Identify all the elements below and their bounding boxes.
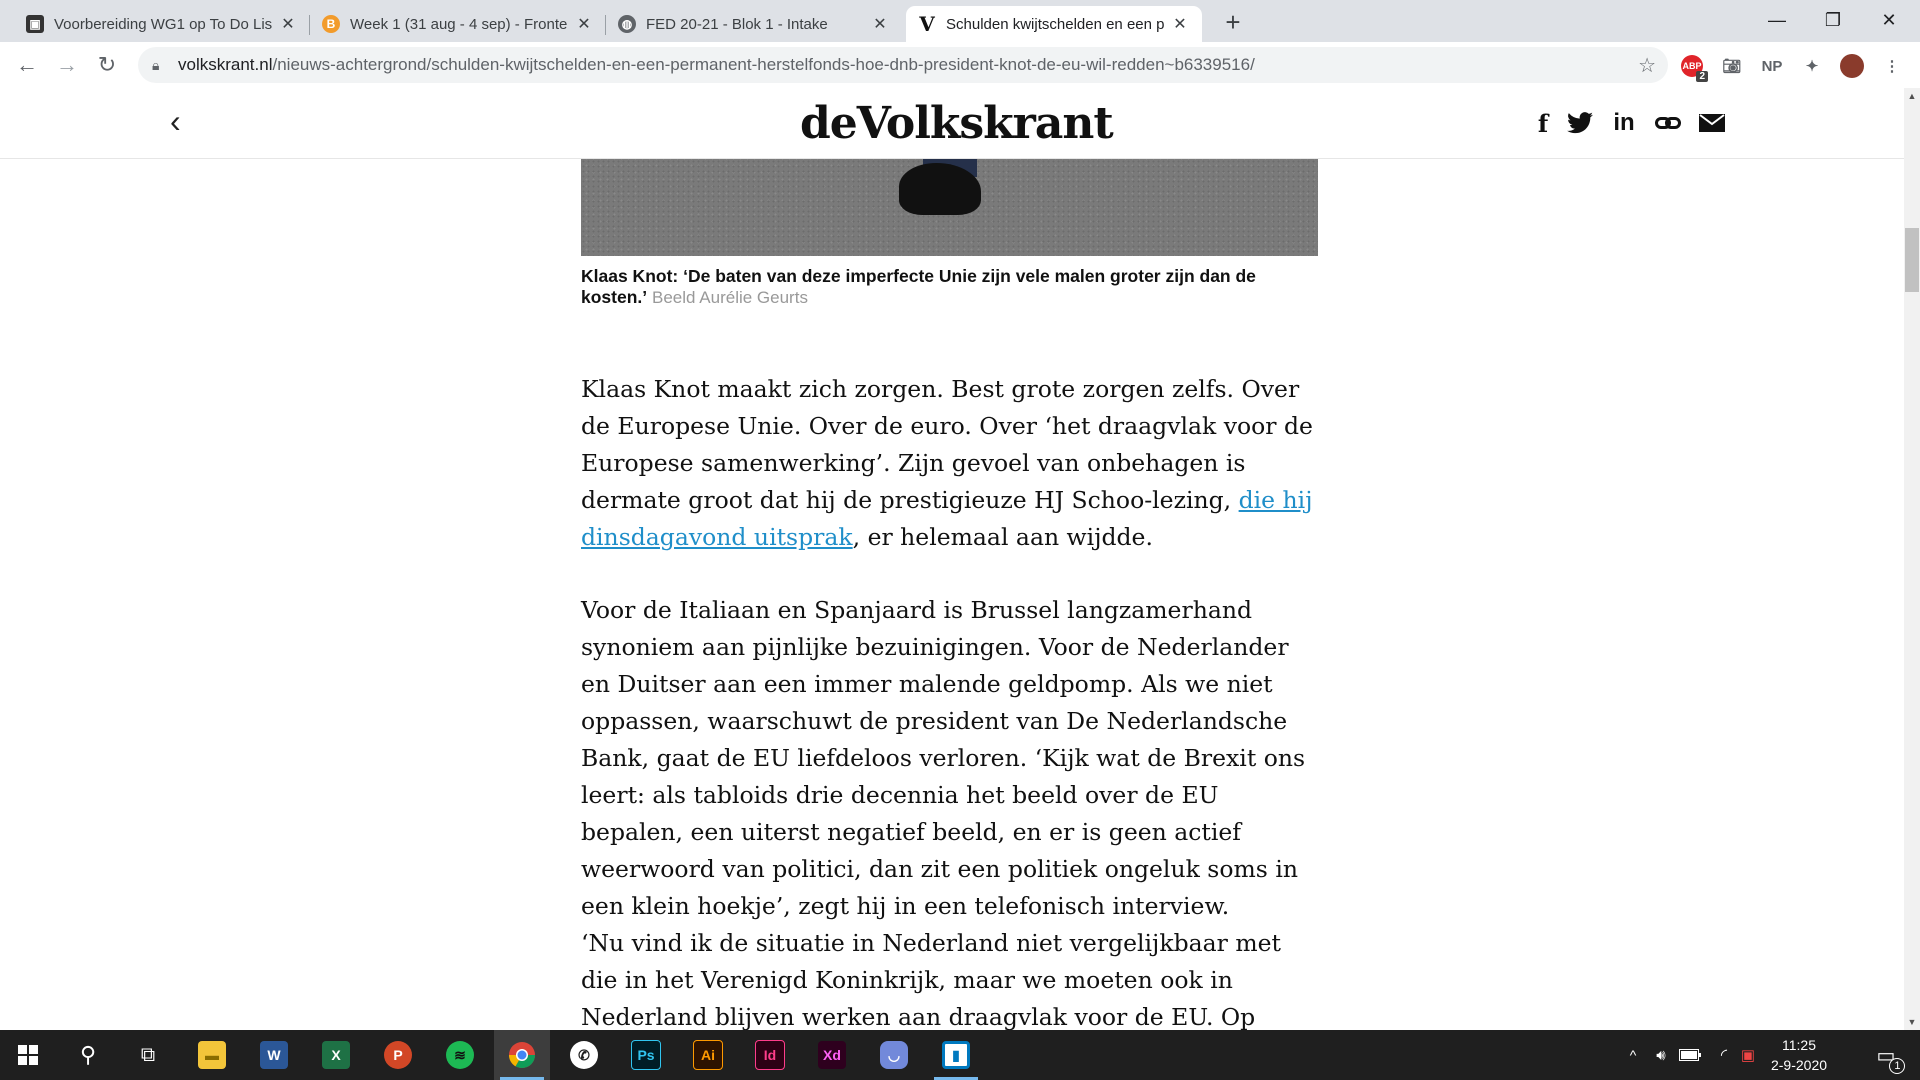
folder-icon: ▬ xyxy=(198,1041,226,1069)
lock-icon: 🔒︎ xyxy=(152,56,160,73)
chrome-menu-icon[interactable]: ⋮ xyxy=(1880,54,1904,78)
taskbar-spotify[interactable]: ≋ xyxy=(432,1030,488,1080)
article-photo xyxy=(581,159,1318,256)
article-paragraph-1: Klaas Knot maakt zich zorgen. Best grote… xyxy=(581,371,1318,556)
scrollbar-thumb[interactable] xyxy=(1905,228,1919,292)
trello-icon: ▮ xyxy=(942,1041,970,1069)
tab-trello[interactable]: ▣ Voorbereiding WG1 op To Do Lis ✕ xyxy=(14,6,310,42)
taskbar-chrome[interactable] xyxy=(494,1030,550,1080)
tab-title: Week 1 (31 aug - 4 sep) - Fronter xyxy=(350,15,568,33)
scroll-up-arrow-icon[interactable]: ▲ xyxy=(1904,88,1920,104)
email-share-icon[interactable] xyxy=(1697,108,1727,138)
notification-count: 1 xyxy=(1889,1057,1906,1074)
photoshop-icon: Ps xyxy=(631,1040,661,1070)
adblock-badge: 2 xyxy=(1696,71,1708,82)
url-path: /nieuws-achtergrond/schulden-kwijtscheld… xyxy=(272,55,1255,74)
twitter-share-icon[interactable] xyxy=(1565,108,1595,138)
taskbar-excel[interactable]: X xyxy=(308,1030,364,1080)
photo-credit: Beeld Aurélie Geurts xyxy=(652,288,808,307)
action-center-icon[interactable]: ▭ 1 xyxy=(1866,1030,1906,1080)
close-tab-icon[interactable]: ✕ xyxy=(574,14,594,34)
brightspace-icon: B xyxy=(322,15,340,33)
wifi-icon[interactable]: ◜ xyxy=(1710,1030,1738,1080)
taskbar-adobe-xd[interactable]: Xd xyxy=(804,1030,860,1080)
page-scrollbar[interactable]: ▲ ▼ xyxy=(1904,88,1920,1030)
np-extension-icon[interactable]: NP xyxy=(1760,54,1784,78)
camera-extension-icon[interactable]: 📷︎ xyxy=(1720,54,1744,78)
taskbar-word[interactable]: W xyxy=(246,1030,302,1080)
article-back-chevron-icon[interactable]: ‹ xyxy=(170,105,194,137)
copy-link-icon[interactable] xyxy=(1653,108,1683,138)
taskbar-illustrator[interactable]: Ai xyxy=(680,1030,736,1080)
windows-taskbar: ⚲ ⧉ ▬ W X P ≋ ✆ Ps Ai Id Xd ◡ ▮ ^ 🔊︎ ◜ ▣… xyxy=(0,1030,1920,1080)
indesign-icon: Id xyxy=(755,1040,785,1070)
tab-brightspace[interactable]: B Week 1 (31 aug - 4 sep) - Fronter ✕ xyxy=(310,6,606,42)
browser-tab-strip: ▣ Voorbereiding WG1 op To Do Lis ✕ B Wee… xyxy=(0,0,1920,42)
paragraph-text: Voor de Italiaan en Spanjaard is Brussel… xyxy=(581,596,1306,920)
battery-icon[interactable] xyxy=(1676,1030,1704,1080)
photo-caption: Klaas Knot: ‘De baten van deze imperfect… xyxy=(581,266,1318,308)
back-button[interactable]: ← xyxy=(12,50,42,80)
reload-button[interactable]: ↻ xyxy=(92,50,122,80)
volume-icon[interactable]: 🔊︎ xyxy=(1648,1030,1674,1080)
taskbar-photoshop[interactable]: Ps xyxy=(618,1030,674,1080)
linkedin-share-icon[interactable]: in xyxy=(1609,108,1639,138)
tab-volkskrant-active[interactable]: V Schulden kwijtschelden en een p ✕ xyxy=(906,6,1202,42)
paragraph-text: Klaas Knot maakt zich zorgen. Best grote… xyxy=(581,375,1313,514)
powerpoint-icon: P xyxy=(384,1041,412,1069)
whatsapp-icon: ✆ xyxy=(570,1041,598,1069)
minimize-button[interactable]: — xyxy=(1749,0,1805,40)
scroll-down-arrow-icon[interactable]: ▼ xyxy=(1904,1014,1920,1030)
restore-button[interactable]: ❐ xyxy=(1805,0,1861,40)
url-host: volkskrant.nl xyxy=(178,55,273,74)
excel-icon: X xyxy=(322,1041,350,1069)
taskbar-whatsapp[interactable]: ✆ xyxy=(556,1030,612,1080)
clock-date: 2-9-2020 xyxy=(1770,1057,1828,1073)
task-view-icon[interactable]: ⧉ xyxy=(120,1030,176,1080)
close-tab-icon[interactable]: ✕ xyxy=(870,14,890,34)
chrome-icon xyxy=(508,1042,536,1069)
spotify-icon: ≋ xyxy=(446,1041,474,1069)
start-button[interactable] xyxy=(0,1030,56,1080)
tab-title: FED 20-21 - Blok 1 - Intake xyxy=(646,15,828,33)
browser-toolbar: ← → ↻ 🔒︎ volkskrant.nl /nieuws-achtergro… xyxy=(0,42,1920,89)
paragraph-text: , er helemaal aan wijdde. xyxy=(852,523,1153,551)
tab-title: Schulden kwijtschelden en een p xyxy=(946,15,1164,33)
close-tab-icon[interactable]: ✕ xyxy=(278,14,298,34)
adblock-extension-icon[interactable]: ABP 2 xyxy=(1680,54,1708,82)
article-paragraph-2: Voor de Italiaan en Spanjaard is Brussel… xyxy=(581,592,1318,925)
site-header: ‹ deVolkskrant f in xyxy=(0,88,1904,159)
taskbar-file-explorer[interactable]: ▬ xyxy=(184,1030,240,1080)
bookmark-star-icon[interactable]: ☆ xyxy=(1638,53,1656,78)
taskbar-powerpoint[interactable]: P xyxy=(370,1030,426,1080)
new-tab-button[interactable]: + xyxy=(1218,6,1248,38)
trello-icon: ▣ xyxy=(26,15,44,33)
globe-icon: ◍ xyxy=(618,15,636,33)
extensions-puzzle-icon[interactable]: ✦ xyxy=(1800,54,1824,78)
tray-chevron-up-icon[interactable]: ^ xyxy=(1620,1030,1646,1080)
close-tab-icon[interactable]: ✕ xyxy=(1170,14,1190,34)
forward-button[interactable]: → xyxy=(52,50,82,80)
taskbar-indesign[interactable]: Id xyxy=(742,1030,798,1080)
profile-avatar[interactable] xyxy=(1840,54,1864,78)
clock-time: 11:25 xyxy=(1782,1037,1816,1053)
taskbar-trello[interactable]: ▮ xyxy=(928,1030,984,1080)
taskbar-discord[interactable]: ◡ xyxy=(866,1030,922,1080)
address-bar[interactable]: 🔒︎ volkskrant.nl /nieuws-achtergrond/sch… xyxy=(138,47,1668,83)
close-window-button[interactable]: ✕ xyxy=(1861,0,1917,40)
tab-intake[interactable]: ◍ FED 20-21 - Blok 1 - Intake ✕ xyxy=(606,6,902,42)
discord-icon: ◡ xyxy=(880,1041,908,1069)
adobe-xd-icon: Xd xyxy=(818,1041,846,1069)
tab-title: Voorbereiding WG1 op To Do Lis xyxy=(54,15,272,33)
facebook-share-icon[interactable]: f xyxy=(1528,108,1558,138)
illustrator-icon: Ai xyxy=(693,1040,723,1070)
system-clock[interactable]: 11:25 2-9-2020 xyxy=(1754,1035,1844,1075)
search-icon[interactable]: ⚲ xyxy=(60,1030,116,1080)
volkskrant-icon: V xyxy=(919,12,935,36)
windows-logo-icon xyxy=(18,1045,38,1065)
word-icon: W xyxy=(260,1041,288,1069)
volkskrant-logo[interactable]: deVolkskrant xyxy=(800,98,1114,149)
